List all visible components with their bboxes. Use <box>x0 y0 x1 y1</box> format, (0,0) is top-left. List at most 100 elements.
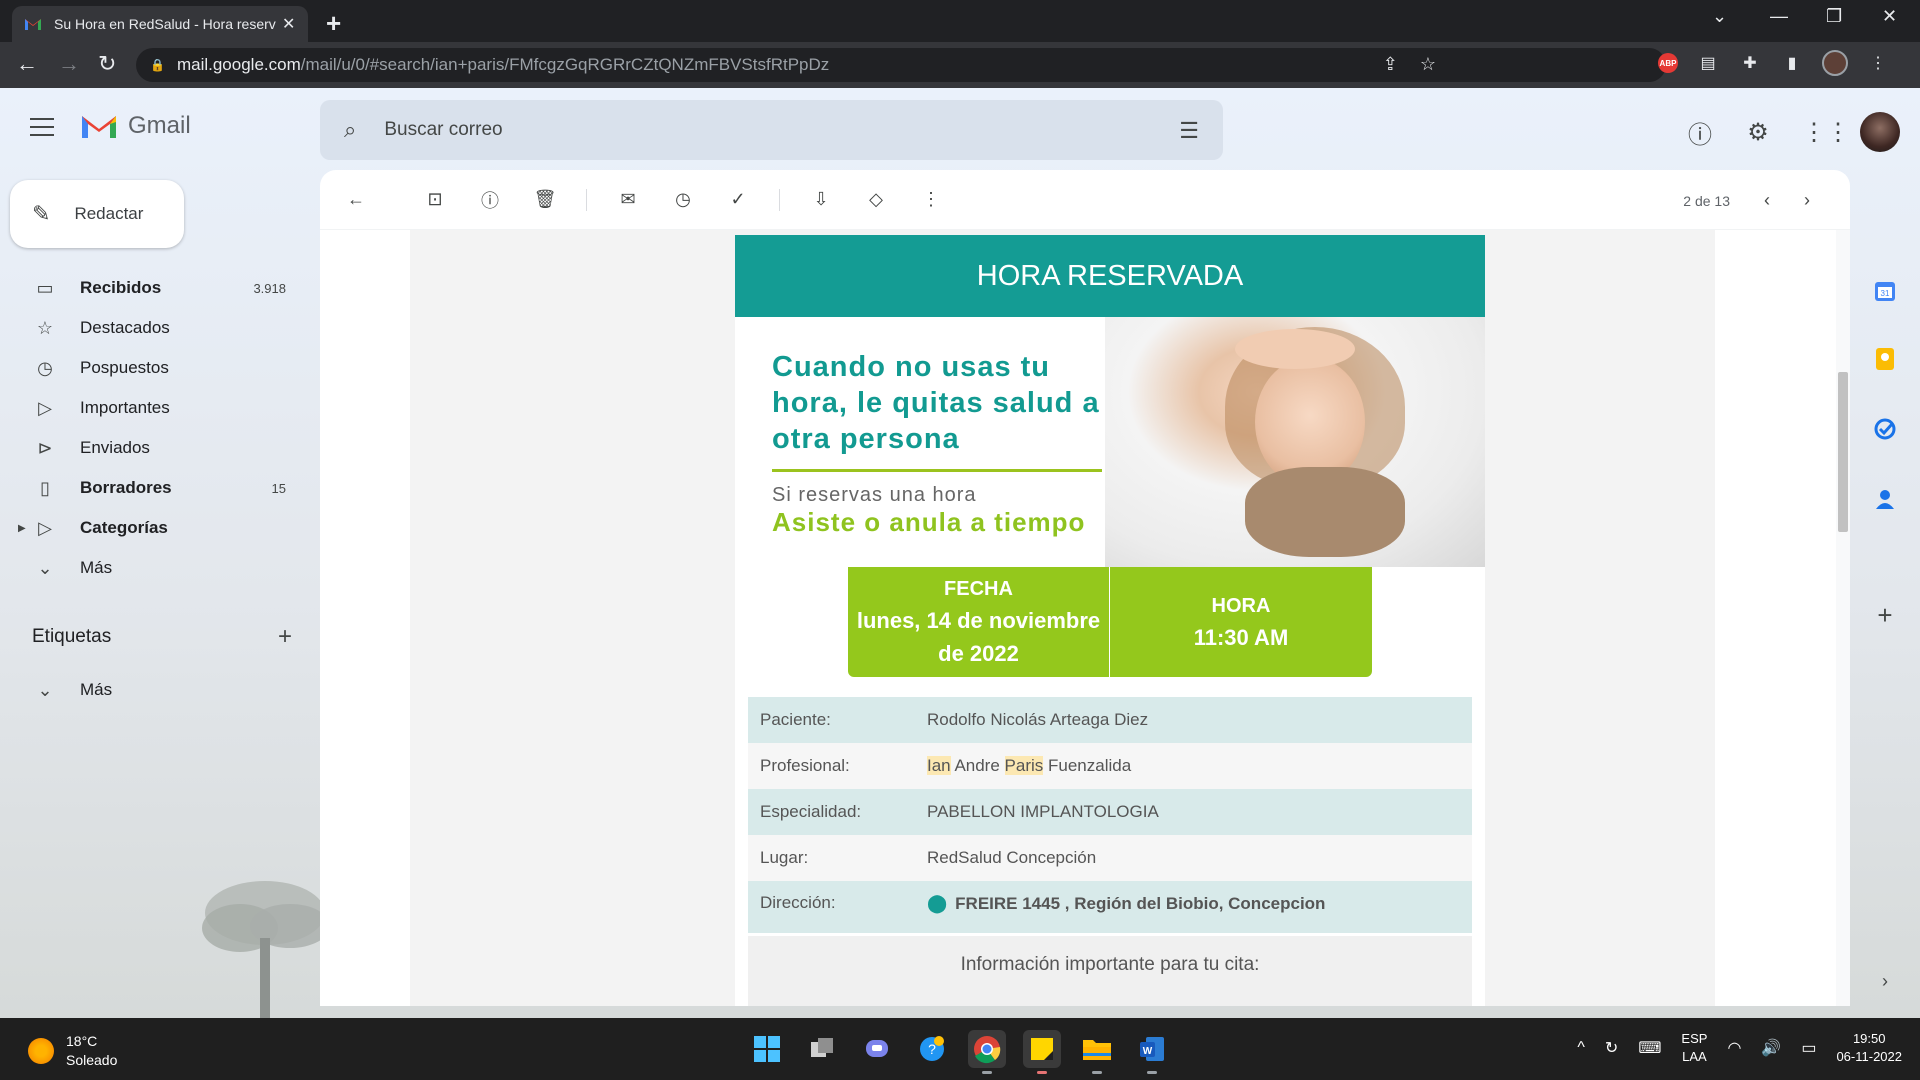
labels-more[interactable]: ⌄ Más <box>0 670 310 710</box>
delete-icon[interactable]: 🗑 <box>531 189 559 210</box>
browser-menu-icon[interactable]: ⋮ <box>1866 51 1890 75</box>
row-label: Dirección: <box>760 893 836 912</box>
sidebar-item-drafts[interactable]: ▯ Borradores 15 <box>0 468 310 508</box>
search-icon[interactable]: ⌕ <box>344 117 356 143</box>
sidebar-item-inbox[interactable]: ▭ Recibidos 3.918 <box>0 268 310 308</box>
expand-arrow-icon[interactable]: ▶ <box>18 523 26 534</box>
address-bar[interactable]: 🔒 mail.google.com/mail/u/0/#search/ian+p… <box>136 48 1666 82</box>
snooze-icon[interactable]: ◷ <box>669 189 697 210</box>
sidebar-item-more[interactable]: ⌄ Más <box>0 548 310 588</box>
side-panel-icon[interactable]: ▮ <box>1780 51 1804 75</box>
tab-close-icon[interactable]: ✕ <box>282 14 295 34</box>
touch-keyboard-icon[interactable]: ⌨ <box>1638 1038 1661 1058</box>
newer-chevron-icon[interactable]: ‹ <box>1764 190 1770 211</box>
extensions-puzzle-icon[interactable]: ✚ <box>1738 51 1762 75</box>
draft-icon: ▯ <box>40 477 50 498</box>
table-row: Profesional: Ian Andre Paris Fuenzalida <box>748 743 1472 789</box>
weather-widget[interactable]: 18°C Soleado <box>28 1032 117 1070</box>
account-avatar[interactable] <box>1860 112 1900 152</box>
browser-tabbar: Su Hora en RedSalud - Hora reservada ✕ +… <box>0 0 1920 42</box>
add-app-icon[interactable]: + <box>1872 600 1898 630</box>
close-window-icon[interactable]: ✕ <box>1882 6 1897 27</box>
search-input[interactable] <box>384 119 1145 141</box>
address-value[interactable]: ⬤ FREIRE 1445 , Región del Biobio, Concep… <box>927 893 1472 914</box>
new-tab-button[interactable]: + <box>326 8 341 39</box>
sidebar-item-starred[interactable]: ☆ Destacados <box>0 308 310 348</box>
sun-icon <box>28 1038 54 1064</box>
calendar-icon[interactable]: 31 <box>1872 278 1898 304</box>
svg-text:31: 31 <box>1881 289 1890 298</box>
tasks-icon[interactable] <box>1872 416 1898 442</box>
table-row: Dirección: ⬤ FREIRE 1445 , Región del Bio… <box>748 881 1472 933</box>
important-info-heading: Información importante para tu cita: <box>748 936 1472 1006</box>
clock-time: 19:50 <box>1852 1031 1886 1046</box>
archive-icon[interactable]: ⊡ <box>421 189 449 210</box>
add-task-icon[interactable]: ✓ <box>724 189 752 210</box>
document-extension-icon[interactable]: ▤ <box>1696 51 1720 75</box>
move-to-icon[interactable]: ⇩ <box>807 189 835 210</box>
show-hidden-icons-chevron-icon[interactable]: ^ <box>1577 1039 1585 1057</box>
older-chevron-icon[interactable]: › <box>1804 190 1810 211</box>
bookmark-star-icon[interactable]: ☆ <box>1420 54 1436 75</box>
banner-divider <box>772 469 1102 472</box>
label-tag-icon[interactable]: ◇ <box>862 189 890 210</box>
file-explorer-icon[interactable] <box>1078 1030 1116 1074</box>
sidebar-item-sent[interactable]: ⊳ Enviados <box>0 428 310 468</box>
lock-icon: 🔒 <box>150 58 165 72</box>
browser-tab[interactable]: Su Hora en RedSalud - Hora reservada ✕ <box>12 6 308 42</box>
add-label-icon[interactable]: + <box>278 623 292 651</box>
send-icon: ⊳ <box>37 437 53 458</box>
mark-unread-icon[interactable]: ✉ <box>614 189 642 210</box>
browser-profile-avatar[interactable] <box>1822 50 1848 76</box>
scrollbar[interactable] <box>1836 230 1850 1006</box>
sticky-notes-icon[interactable] <box>1023 1030 1061 1074</box>
search-bar[interactable]: ⌕ ☰ <box>320 100 1223 160</box>
system-clock[interactable]: 19:50 06-11-2022 <box>1836 1030 1902 1066</box>
report-spam-icon[interactable]: ⓘ <box>476 187 504 213</box>
task-view-icon[interactable] <box>803 1030 841 1068</box>
apps-grid-icon[interactable]: ⋮⋮ <box>1802 118 1850 147</box>
clock-icon: ◷ <box>37 357 53 378</box>
tab-search-icon[interactable]: ⌄ <box>1712 6 1727 27</box>
chevron-down-icon: ⌄ <box>37 679 53 700</box>
wifi-icon[interactable]: ◠ <box>1727 1038 1741 1058</box>
volume-icon[interactable]: 🔊 <box>1761 1038 1781 1058</box>
help-icon[interactable]: ⓘ <box>1686 115 1714 150</box>
keep-icon[interactable] <box>1872 346 1898 372</box>
sync-icon[interactable]: ↻ <box>1605 1038 1618 1058</box>
toolbar-divider <box>586 188 587 211</box>
more-actions-icon[interactable]: ⋮ <box>917 189 945 210</box>
teams-chat-icon[interactable] <box>858 1030 896 1068</box>
share-icon[interactable]: ⇪ <box>1383 54 1398 75</box>
sidebar-item-snoozed[interactable]: ◷ Pospuestos <box>0 348 310 388</box>
weather-condition: Soleado <box>66 1052 118 1068</box>
reload-icon[interactable]: ↻ <box>98 51 116 77</box>
contacts-icon[interactable] <box>1872 486 1898 512</box>
input-language[interactable]: ESP LAA <box>1681 1030 1707 1066</box>
maximize-icon[interactable]: ❐ <box>1826 6 1842 27</box>
word-icon[interactable]: W <box>1133 1030 1171 1074</box>
forward-icon[interactable]: → <box>58 51 80 77</box>
settings-gear-icon[interactable]: ⚙ <box>1744 118 1772 147</box>
main-menu-icon[interactable] <box>30 118 54 136</box>
battery-icon[interactable]: ▭ <box>1801 1038 1816 1058</box>
sidebar-item-label: Más <box>80 558 113 577</box>
gmail-logo[interactable]: Gmail <box>80 112 191 140</box>
clock-date: 06-11-2022 <box>1836 1049 1902 1064</box>
hora-label: HORA <box>1211 594 1271 617</box>
search-options-icon[interactable]: ☰ <box>1179 118 1199 144</box>
compose-button[interactable]: ✎ Redactar <box>10 180 184 248</box>
back-to-list-icon[interactable]: ← <box>342 189 370 210</box>
back-icon[interactable]: ← <box>16 51 38 77</box>
banner-cta: Asiste o anula a tiempo <box>772 507 1086 537</box>
sidebar-item-important[interactable]: ▷ Importantes <box>0 388 310 428</box>
minimize-icon[interactable]: — <box>1770 6 1788 27</box>
sidebar-item-categories[interactable]: ▶ ▷ Categorías <box>0 508 310 548</box>
toolbar-divider <box>779 188 780 211</box>
chrome-taskbar-icon[interactable] <box>968 1030 1006 1074</box>
start-windows-icon[interactable] <box>748 1030 786 1068</box>
get-help-icon[interactable]: ? <box>913 1030 951 1068</box>
scrollbar-thumb[interactable] <box>1838 372 1848 532</box>
adblock-icon[interactable]: ABP <box>1658 53 1678 73</box>
show-side-panel-chevron-icon[interactable]: › <box>1872 968 1898 994</box>
